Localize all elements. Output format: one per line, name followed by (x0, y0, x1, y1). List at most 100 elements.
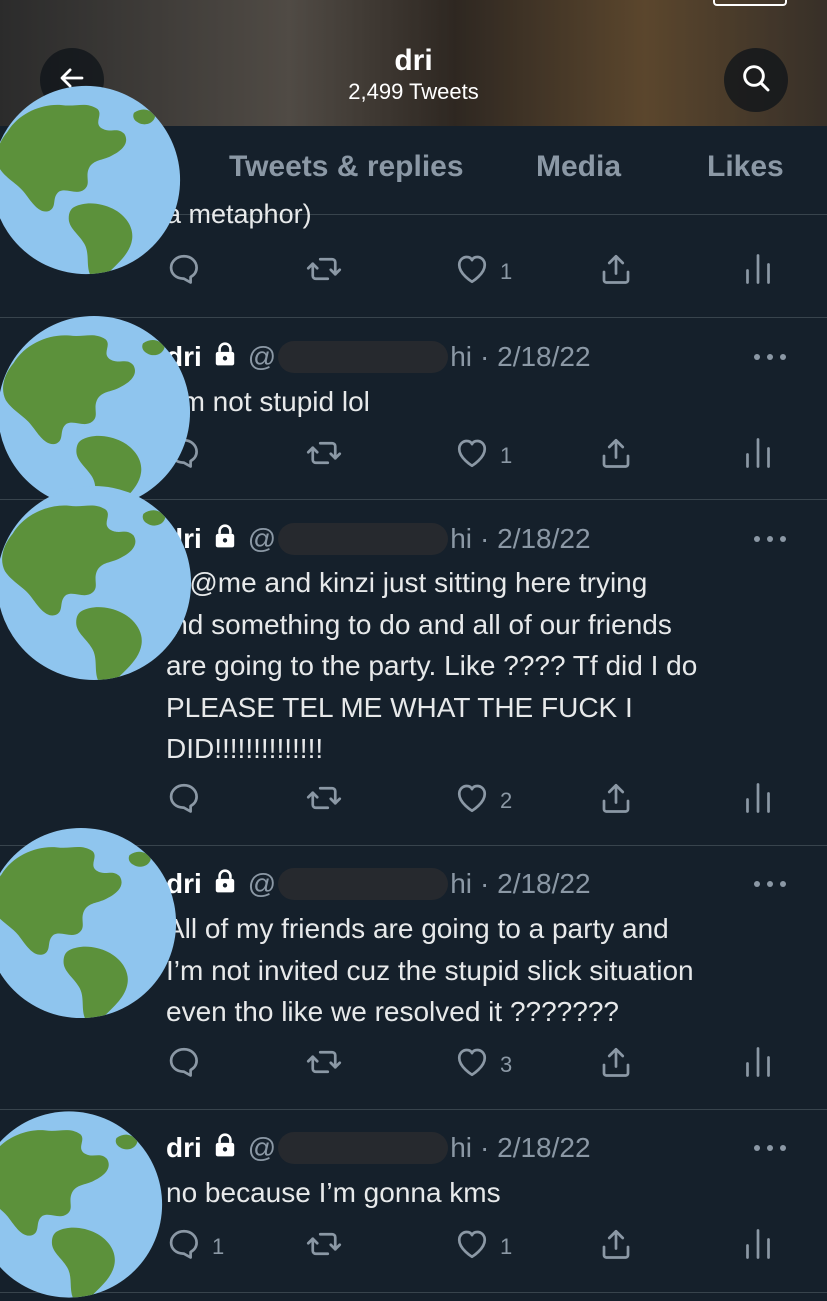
retweet-icon (306, 435, 342, 477)
share-icon (598, 1044, 634, 1086)
like-count: 1 (500, 259, 513, 284)
handle-prefix: @ (247, 1132, 277, 1163)
heart-icon (454, 435, 490, 477)
share-button[interactable] (598, 781, 634, 821)
like-button[interactable]: 3 (454, 1045, 512, 1085)
share-button[interactable] (598, 436, 634, 476)
tweet-header: dri @ hi · 2/18/22 (166, 867, 591, 901)
reply-icon (166, 1226, 202, 1268)
tweet-actions: 2 (0, 781, 827, 821)
tweet-header: dri @ hi · 2/18/22 (166, 1131, 591, 1165)
analytics-button[interactable] (740, 781, 776, 821)
like-button[interactable]: 1 (454, 252, 512, 292)
lock-icon (212, 523, 238, 556)
redacted-handle (278, 523, 449, 555)
redacted-handle (278, 1132, 449, 1164)
tab-media[interactable]: Media (536, 150, 621, 184)
heart-icon (454, 1044, 490, 1086)
reply-count: 1 (212, 1234, 225, 1259)
retweet-icon (306, 1226, 342, 1268)
tweet-header: dri @ hi · 2/18/22 (166, 340, 591, 374)
handle-tail: hi (450, 523, 473, 554)
lock-icon (212, 1132, 238, 1165)
handle-prefix: @ (247, 523, 277, 554)
reply-icon (166, 1044, 202, 1086)
retweet-button[interactable] (306, 1227, 342, 1267)
like-count: 2 (500, 788, 513, 813)
tab-likes[interactable]: Likes (707, 150, 784, 184)
reply-button[interactable] (166, 1045, 202, 1085)
reply-button[interactable]: 1 (166, 1227, 224, 1267)
share-icon (598, 251, 634, 293)
tweet-author-name[interactable]: dri (166, 1132, 202, 1164)
globe-americas-icon[interactable] (0, 1108, 164, 1301)
tweet-text: All of my friends are going to a party a… (166, 913, 694, 1027)
analytics-icon (740, 1226, 776, 1268)
reply-icon (166, 780, 202, 822)
tweet-date[interactable]: · 2/18/22 (480, 523, 591, 555)
like-button[interactable]: 2 (454, 781, 512, 821)
profile-name: dri (394, 44, 433, 77)
retweet-icon (306, 251, 342, 293)
tweet-actions: 3 (0, 1045, 827, 1085)
analytics-icon (740, 780, 776, 822)
like-count: 3 (500, 1052, 513, 1077)
globe-americas-icon[interactable] (0, 822, 178, 1024)
lock-icon (212, 341, 238, 374)
analytics-button[interactable] (740, 1227, 776, 1267)
globe-americas-icon[interactable] (0, 484, 196, 682)
retweet-icon (306, 1044, 342, 1086)
tweet-date[interactable]: · 2/18/22 (480, 868, 591, 900)
retweet-button[interactable] (306, 1045, 342, 1085)
like-count: 1 (500, 443, 513, 468)
analytics-button[interactable] (740, 436, 776, 476)
more-dots-icon[interactable] (752, 1143, 788, 1153)
search-button[interactable] (724, 48, 788, 112)
tweet-header: dri @ hi · 2/18/22 (166, 522, 591, 556)
retweet-button[interactable] (306, 781, 342, 821)
share-icon (598, 780, 634, 822)
reply-button[interactable] (166, 781, 202, 821)
lock-icon (212, 868, 238, 901)
battery-icon (713, 0, 787, 6)
tweet-text: am not stupid lol (166, 386, 370, 417)
analytics-icon (740, 435, 776, 477)
handle-prefix: @ (247, 868, 277, 899)
retweet-button[interactable] (306, 252, 342, 292)
share-button[interactable] (598, 1227, 634, 1267)
like-button[interactable]: 1 (454, 1227, 512, 1267)
share-icon (598, 1226, 634, 1268)
tweet-date[interactable]: · 2/18/22 (480, 341, 591, 373)
share-button[interactable] (598, 1045, 634, 1085)
analytics-button[interactable] (740, 252, 776, 292)
more-dots-icon[interactable] (752, 352, 788, 362)
share-icon (598, 435, 634, 477)
retweet-button[interactable] (306, 436, 342, 476)
partial-tweet-text: a metaphor) (166, 199, 312, 229)
heart-icon (454, 1226, 490, 1268)
retweet-icon (306, 780, 342, 822)
heart-icon (454, 251, 490, 293)
handle-tail: hi (450, 868, 473, 899)
redacted-handle (278, 868, 449, 900)
more-dots-icon[interactable] (752, 879, 788, 889)
handle-tail: hi (450, 341, 473, 372)
tab-tweets-and-replies[interactable]: Tweets & replies (229, 150, 464, 184)
handle-prefix: @ (247, 341, 277, 372)
redacted-handle (278, 341, 449, 373)
analytics-button[interactable] (740, 1045, 776, 1085)
analytics-icon (740, 251, 776, 293)
heart-icon (454, 780, 490, 822)
search-icon (740, 62, 772, 99)
globe-americas-icon[interactable] (0, 314, 194, 510)
tweet-date[interactable]: · 2/18/22 (480, 1132, 591, 1164)
more-dots-icon[interactable] (752, 534, 788, 544)
globe-americas-icon[interactable] (0, 82, 182, 278)
analytics-icon (740, 1044, 776, 1086)
share-button[interactable] (598, 252, 634, 292)
tweet-text: te@me and kinzi just sitting here trying… (166, 567, 698, 764)
like-count: 1 (500, 1234, 513, 1259)
tweet-text: no because I’m gonna kms (166, 1177, 501, 1208)
like-button[interactable]: 1 (454, 436, 512, 476)
handle-tail: hi (450, 1132, 473, 1163)
